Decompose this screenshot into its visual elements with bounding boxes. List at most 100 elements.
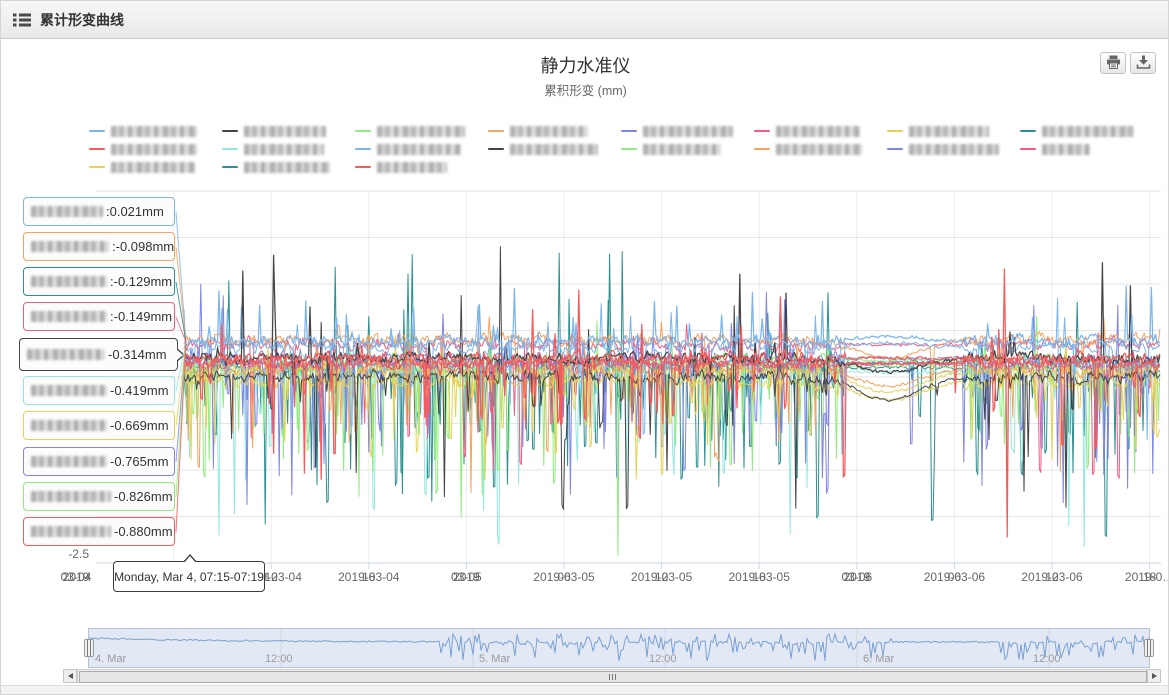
legend-marker (488, 148, 504, 151)
scrollbar-left-arrow[interactable] (63, 669, 77, 683)
tooltip-box: :-0.129mm (23, 267, 175, 296)
chart-title: 静力水准仪 (1, 52, 1169, 78)
printer-icon (1106, 55, 1121, 72)
right-arrow-icon (1152, 673, 1157, 679)
legend-item[interactable] (355, 122, 488, 140)
tooltip-value: :-0.149mm (110, 309, 172, 324)
legend-marker (621, 148, 637, 151)
legend-item[interactable] (1020, 122, 1153, 140)
tooltip-series-name-censored (27, 349, 105, 360)
tooltip-box: :0.021mm (23, 197, 175, 226)
legend-item[interactable] (1020, 140, 1153, 158)
legend-series-name-censored (244, 162, 330, 173)
legend-item[interactable] (355, 140, 488, 158)
legend-item[interactable] (488, 122, 621, 140)
navigator-tick-label: 5. Mar (479, 653, 510, 665)
tooltip-value: -0.880mm (114, 524, 173, 539)
navigator-tick-label: 12:00 (1033, 653, 1061, 665)
legend-marker (355, 130, 371, 133)
legend-marker (754, 130, 770, 133)
legend-series-name-censored (1042, 144, 1090, 155)
left-arrow-icon (68, 673, 73, 679)
navigator-handle-right[interactable] (1144, 639, 1154, 657)
tooltip-box: :-0.149mm (23, 302, 175, 331)
tooltip-value: -0.765mm (110, 454, 169, 469)
legend-item[interactable] (89, 122, 222, 140)
legend-item[interactable] (89, 140, 222, 158)
tooltip-series-name-censored (31, 491, 111, 502)
legend-series-name-censored (643, 144, 721, 155)
tooltip-box: -0.669mm (23, 411, 175, 440)
legend-item[interactable] (754, 122, 887, 140)
legend-marker (222, 130, 238, 133)
legend-item[interactable] (621, 122, 754, 140)
tooltip-box: -0.826mm (23, 482, 175, 511)
page-title: 累计形变曲线 (40, 10, 124, 30)
tooltip-box: -0.765mm (23, 447, 175, 476)
tooltip-box: :-0.098mm (23, 232, 175, 261)
legend-item[interactable] (488, 140, 621, 158)
legend-item[interactable] (887, 122, 1020, 140)
legend-marker (89, 130, 105, 133)
legend-series-name-censored (377, 126, 465, 137)
navigator-tick-label: 12:00 (649, 653, 677, 665)
legend-marker (355, 166, 371, 169)
scrollbar-track[interactable] (77, 669, 1147, 683)
legend-marker (222, 148, 238, 151)
tooltip-value: -0.669mm (110, 418, 169, 433)
legend-series-name-censored (244, 144, 324, 155)
legend-marker (887, 130, 903, 133)
navigator[interactable]: 4. Mar12:005. Mar12:006. Mar12:00 (89, 629, 1149, 667)
legend-marker (89, 166, 105, 169)
navigator-handle-left[interactable] (84, 639, 94, 657)
tooltip-series-name-censored (31, 241, 109, 252)
legend-series-name-censored (643, 126, 733, 137)
legend-marker (621, 130, 637, 133)
page-background-strip (1, 685, 1169, 695)
navigator-tick-label: 4. Mar (95, 653, 126, 665)
scrollbar-grip-icon (609, 674, 617, 680)
navigator-tick-label: 6. Mar (863, 653, 894, 665)
scrollbar[interactable] (1, 669, 1169, 683)
legend-series-name-censored (909, 144, 999, 155)
scrollbar-right-arrow[interactable] (1147, 669, 1161, 683)
legend-marker (355, 148, 371, 151)
legend-marker (222, 166, 238, 169)
tooltip-value: -0.314mm (108, 347, 167, 362)
scrollbar-thumb[interactable] (79, 671, 1147, 683)
y-axis-label: -2.5 (31, 547, 89, 561)
legend-series-name-censored (510, 126, 588, 137)
chart-subtitle: 累积形变 (mm) (1, 80, 1169, 99)
legend (89, 122, 1169, 176)
tooltip-series-name-censored (31, 206, 103, 217)
tooltip-box: -0.880mm (23, 517, 175, 546)
legend-item[interactable] (621, 140, 754, 158)
legend-series-name-censored (111, 144, 197, 155)
legend-series-name-censored (510, 144, 598, 155)
tooltip-value: :-0.129mm (110, 274, 172, 289)
panel-header: 累计形变曲线 (1, 1, 1168, 39)
legend-item[interactable] (887, 140, 1020, 158)
legend-item[interactable] (222, 140, 355, 158)
legend-series-name-censored (909, 126, 989, 137)
chart-card: 静力水准仪 累积形变 (mm) (1, 39, 1169, 685)
legend-item[interactable] (754, 140, 887, 158)
download-button[interactable] (1130, 52, 1156, 74)
legend-series-name-censored (377, 144, 461, 155)
tooltip-series-name-censored (31, 526, 111, 537)
tooltip-value: :-0.098mm (112, 239, 174, 254)
legend-item[interactable] (222, 158, 355, 176)
tooltip-value: :0.021mm (106, 204, 164, 219)
legend-marker (754, 148, 770, 151)
legend-series-name-censored (111, 126, 197, 137)
legend-item[interactable] (222, 122, 355, 140)
x-axis-tooltip-text: Monday, Mar 4, 07:15-07:19 (114, 570, 264, 584)
legend-marker (887, 148, 903, 151)
export-toolbar (1100, 52, 1156, 74)
legend-marker (89, 148, 105, 151)
legend-series-name-censored (377, 162, 447, 173)
legend-item[interactable] (355, 158, 488, 176)
legend-item[interactable] (89, 158, 222, 176)
print-button[interactable] (1100, 52, 1126, 74)
legend-series-name-censored (776, 126, 860, 137)
